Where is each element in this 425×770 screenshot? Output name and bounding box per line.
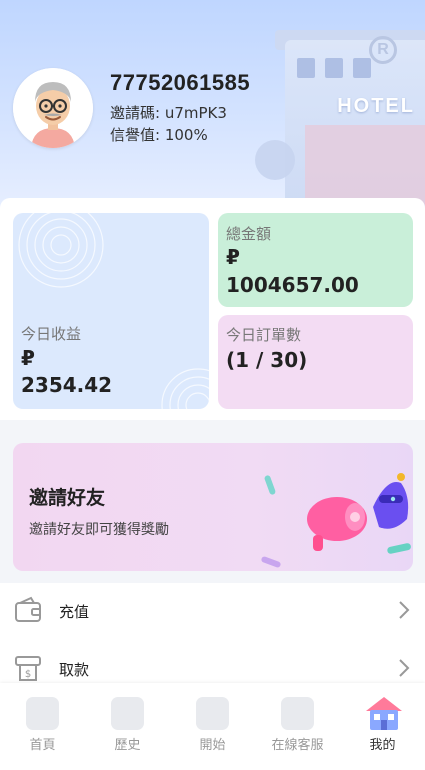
total-balance-label: 總金額 <box>226 225 272 243</box>
invite-subtitle: 邀請好友即可獲得獎勵 <box>29 522 169 538</box>
menu-label-withdraw: 取款 <box>59 661 90 679</box>
nav-support[interactable]: 在線客服 <box>255 683 340 770</box>
support-icon <box>281 697 314 730</box>
nav-history[interactable]: 歷史 <box>85 683 170 770</box>
megaphone-illustration <box>261 473 411 568</box>
withdraw-icon: $ <box>15 656 41 681</box>
total-balance-value: 1004657.00 <box>226 273 359 297</box>
today-orders-label: 今日訂單數 <box>226 326 302 344</box>
avatar[interactable] <box>13 68 93 148</box>
hotel-logo: R <box>369 36 397 64</box>
credit-row: 信譽值: 100% <box>110 124 208 145</box>
nav-home[interactable]: 首頁 <box>0 683 85 770</box>
start-icon <box>196 697 229 730</box>
menu-item-recharge[interactable]: 充值 <box>0 583 425 639</box>
svg-text:$: $ <box>25 669 31 680</box>
invite-banner[interactable]: 邀請好友 邀請好友即可獲得獎勵 <box>13 443 413 571</box>
username: 77752061585 <box>110 70 251 95</box>
today-income-value: 2354.42 <box>21 373 113 397</box>
credit-label: 信譽值: <box>110 126 161 144</box>
tree-decoration <box>255 140 295 180</box>
invite-code-value[interactable]: u7mPK3 <box>165 104 227 122</box>
nav-label-home: 首頁 <box>29 738 56 753</box>
profile-header: R HOTEL 77752061585 邀請碼: u7mPK3 信譽值: 100… <box>0 0 425 215</box>
invite-code-label: 邀請碼: <box>110 104 161 122</box>
today-income-label: 今日收益 <box>21 325 82 343</box>
chevron-right-icon <box>399 601 410 619</box>
nav-profile[interactable]: 我的 <box>340 683 425 770</box>
invite-code-row: 邀請碼: u7mPK3 <box>110 102 227 123</box>
today-income-currency: ₽ <box>21 346 35 370</box>
nav-label-history: 歷史 <box>114 738 141 753</box>
nav-label-support: 在線客服 <box>271 738 324 753</box>
wallet-icon <box>15 596 41 622</box>
profile-icon <box>366 697 402 730</box>
home-icon <box>26 697 59 730</box>
bottom-nav: 首頁 歷史 開始 在線客服 我的 <box>0 683 425 770</box>
today-orders-tile: 今日訂單數 (1 / 30) <box>218 315 413 409</box>
nav-label-start: 開始 <box>199 738 226 753</box>
today-orders-value: (1 / 30) <box>226 348 308 372</box>
nav-start[interactable]: 開始 <box>170 683 255 770</box>
hotel-sign: HOTEL <box>337 95 415 117</box>
chevron-right-icon <box>399 659 410 677</box>
history-icon <box>111 697 144 730</box>
nav-label-profile: 我的 <box>369 738 396 753</box>
stats-card: 今日收益 ₽ 2354.42 總金額 ₽ 1004657.00 今日訂單數 (1… <box>0 198 425 420</box>
menu-list: 充值 $ 取款 <box>0 583 425 693</box>
invite-title: 邀請好友 <box>29 487 106 509</box>
total-balance-tile: 總金額 ₽ 1004657.00 <box>218 213 413 307</box>
today-income-tile: 今日收益 ₽ 2354.42 <box>13 213 209 409</box>
total-balance-currency: ₽ <box>226 245 240 269</box>
menu-label-recharge: 充值 <box>59 603 90 621</box>
credit-value: 100% <box>164 126 208 144</box>
